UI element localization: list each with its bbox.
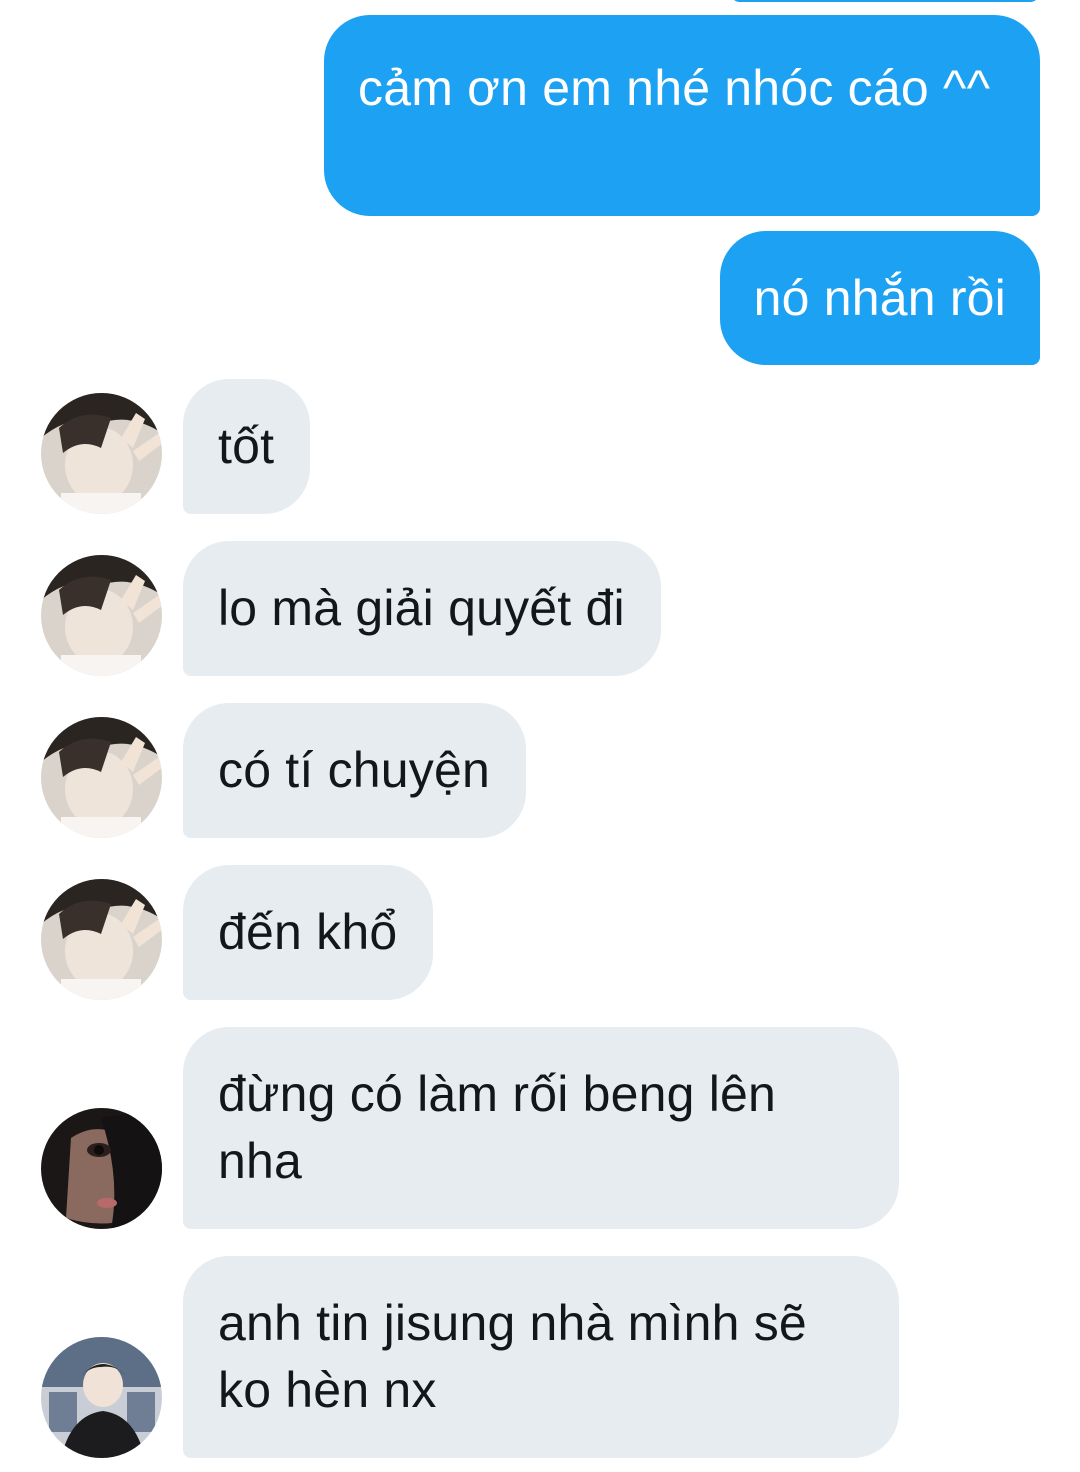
- message-text: đến khổ: [218, 904, 398, 960]
- sender-avatar[interactable]: [41, 879, 162, 1000]
- previous-sent-bubble-edge: [730, 0, 1040, 2]
- message-text: anh tin jisung nhà mình sẽ ko hèn nx: [218, 1295, 807, 1418]
- dark-portrait-icon: [41, 1108, 162, 1229]
- message-text: có tí chuyện: [218, 742, 491, 798]
- received-message-bubble[interactable]: đừng có làm rối beng lên nha: [183, 1027, 899, 1229]
- message-text: nó nhắn rồi: [753, 270, 1006, 326]
- sender-avatar[interactable]: [41, 1337, 162, 1458]
- person-peace-sign-icon: [41, 717, 162, 838]
- received-message-bubble[interactable]: lo mà giải quyết đi: [183, 541, 661, 676]
- received-message-bubble[interactable]: có tí chuyện: [183, 703, 527, 838]
- sent-message-bubble[interactable]: cảm ơn em nhé nhóc cáo ^^: [324, 15, 1040, 216]
- received-message-bubble[interactable]: đến khổ: [183, 865, 434, 1000]
- message-thread: cảm ơn em nhé nhóc cáo ^^ nó nhắn rồi tố…: [0, 0, 1080, 1472]
- message-text: cảm ơn em nhé nhóc cáo ^^: [358, 60, 991, 116]
- sender-avatar[interactable]: [41, 717, 162, 838]
- sent-message-bubble[interactable]: nó nhắn rồi: [719, 231, 1040, 365]
- sender-avatar[interactable]: [41, 393, 162, 514]
- photo-booth-portrait-icon: [41, 1337, 162, 1458]
- message-text: lo mà giải quyết đi: [218, 580, 625, 636]
- sender-avatar[interactable]: [41, 555, 162, 676]
- person-peace-sign-icon: [41, 555, 162, 676]
- person-peace-sign-icon: [41, 879, 162, 1000]
- person-peace-sign-icon: [41, 393, 162, 514]
- sender-avatar[interactable]: [41, 1108, 162, 1229]
- received-message-bubble[interactable]: anh tin jisung nhà mình sẽ ko hèn nx: [183, 1256, 899, 1458]
- message-text: tốt: [218, 418, 275, 474]
- received-message-bubble[interactable]: tốt: [183, 379, 311, 514]
- message-text: đừng có làm rối beng lên nha: [218, 1066, 777, 1189]
